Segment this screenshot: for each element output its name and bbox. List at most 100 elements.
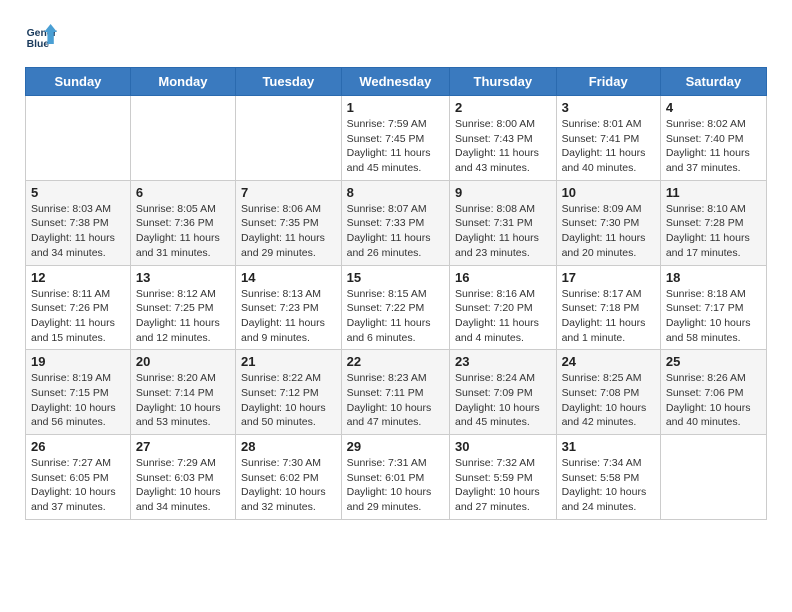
day-info: Sunrise: 8:20 AM Sunset: 7:14 PM Dayligh… [136, 371, 230, 430]
calendar-week-row: 19 Sunrise: 8:19 AM Sunset: 7:15 PM Dayli… [26, 350, 767, 435]
day-info: Sunrise: 8:00 AM Sunset: 7:43 PM Dayligh… [455, 117, 551, 176]
weekday-header: Thursday [450, 68, 557, 96]
day-number: 4 [666, 100, 761, 115]
calendar-cell: 1 Sunrise: 7:59 AM Sunset: 7:45 PM Daylig… [341, 96, 449, 181]
day-number: 1 [347, 100, 444, 115]
weekday-header: Saturday [660, 68, 766, 96]
calendar-cell: 18 Sunrise: 8:18 AM Sunset: 7:17 PM Dayli… [660, 265, 766, 350]
day-number: 29 [347, 439, 444, 454]
calendar-cell: 6 Sunrise: 8:05 AM Sunset: 7:36 PM Daylig… [130, 180, 235, 265]
calendar-cell: 10 Sunrise: 8:09 AM Sunset: 7:30 PM Dayli… [556, 180, 660, 265]
calendar-cell: 25 Sunrise: 8:26 AM Sunset: 7:06 PM Dayli… [660, 350, 766, 435]
day-number: 9 [455, 185, 551, 200]
calendar: SundayMondayTuesdayWednesdayThursdayFrid… [25, 67, 767, 520]
day-number: 30 [455, 439, 551, 454]
day-info: Sunrise: 8:19 AM Sunset: 7:15 PM Dayligh… [31, 371, 125, 430]
day-number: 8 [347, 185, 444, 200]
day-number: 2 [455, 100, 551, 115]
day-number: 20 [136, 354, 230, 369]
calendar-week-row: 5 Sunrise: 8:03 AM Sunset: 7:38 PM Daylig… [26, 180, 767, 265]
day-info: Sunrise: 8:22 AM Sunset: 7:12 PM Dayligh… [241, 371, 336, 430]
day-info: Sunrise: 8:25 AM Sunset: 7:08 PM Dayligh… [562, 371, 655, 430]
day-number: 25 [666, 354, 761, 369]
day-info: Sunrise: 8:15 AM Sunset: 7:22 PM Dayligh… [347, 287, 444, 346]
weekday-header: Tuesday [236, 68, 342, 96]
day-number: 5 [31, 185, 125, 200]
calendar-cell: 26 Sunrise: 7:27 AM Sunset: 6:05 PM Dayli… [26, 435, 131, 520]
page-header: General Blue [25, 20, 767, 52]
day-info: Sunrise: 7:59 AM Sunset: 7:45 PM Dayligh… [347, 117, 444, 176]
calendar-cell: 5 Sunrise: 8:03 AM Sunset: 7:38 PM Daylig… [26, 180, 131, 265]
calendar-cell: 24 Sunrise: 8:25 AM Sunset: 7:08 PM Dayli… [556, 350, 660, 435]
weekday-header: Monday [130, 68, 235, 96]
day-info: Sunrise: 7:32 AM Sunset: 5:59 PM Dayligh… [455, 456, 551, 515]
day-info: Sunrise: 7:27 AM Sunset: 6:05 PM Dayligh… [31, 456, 125, 515]
day-info: Sunrise: 8:16 AM Sunset: 7:20 PM Dayligh… [455, 287, 551, 346]
calendar-week-row: 12 Sunrise: 8:11 AM Sunset: 7:26 PM Dayli… [26, 265, 767, 350]
weekday-header-row: SundayMondayTuesdayWednesdayThursdayFrid… [26, 68, 767, 96]
day-info: Sunrise: 8:13 AM Sunset: 7:23 PM Dayligh… [241, 287, 336, 346]
calendar-cell: 13 Sunrise: 8:12 AM Sunset: 7:25 PM Dayli… [130, 265, 235, 350]
calendar-cell: 7 Sunrise: 8:06 AM Sunset: 7:35 PM Daylig… [236, 180, 342, 265]
day-number: 13 [136, 270, 230, 285]
calendar-cell: 4 Sunrise: 8:02 AM Sunset: 7:40 PM Daylig… [660, 96, 766, 181]
day-info: Sunrise: 7:31 AM Sunset: 6:01 PM Dayligh… [347, 456, 444, 515]
day-info: Sunrise: 8:01 AM Sunset: 7:41 PM Dayligh… [562, 117, 655, 176]
day-info: Sunrise: 7:34 AM Sunset: 5:58 PM Dayligh… [562, 456, 655, 515]
calendar-cell: 20 Sunrise: 8:20 AM Sunset: 7:14 PM Dayli… [130, 350, 235, 435]
day-number: 3 [562, 100, 655, 115]
logo-icon: General Blue [25, 20, 57, 52]
day-info: Sunrise: 8:10 AM Sunset: 7:28 PM Dayligh… [666, 202, 761, 261]
calendar-cell: 12 Sunrise: 8:11 AM Sunset: 7:26 PM Dayli… [26, 265, 131, 350]
day-number: 26 [31, 439, 125, 454]
calendar-cell: 21 Sunrise: 8:22 AM Sunset: 7:12 PM Dayli… [236, 350, 342, 435]
day-info: Sunrise: 8:26 AM Sunset: 7:06 PM Dayligh… [666, 371, 761, 430]
day-info: Sunrise: 8:03 AM Sunset: 7:38 PM Dayligh… [31, 202, 125, 261]
calendar-cell: 19 Sunrise: 8:19 AM Sunset: 7:15 PM Dayli… [26, 350, 131, 435]
svg-text:Blue: Blue [27, 39, 50, 50]
day-number: 10 [562, 185, 655, 200]
day-number: 18 [666, 270, 761, 285]
day-info: Sunrise: 8:05 AM Sunset: 7:36 PM Dayligh… [136, 202, 230, 261]
calendar-cell: 14 Sunrise: 8:13 AM Sunset: 7:23 PM Dayli… [236, 265, 342, 350]
day-info: Sunrise: 8:17 AM Sunset: 7:18 PM Dayligh… [562, 287, 655, 346]
day-number: 14 [241, 270, 336, 285]
day-number: 15 [347, 270, 444, 285]
day-number: 24 [562, 354, 655, 369]
calendar-cell: 9 Sunrise: 8:08 AM Sunset: 7:31 PM Daylig… [450, 180, 557, 265]
calendar-cell: 27Sunrise: 7:29 AM Sunset: 6:03 PM Dayli… [130, 435, 235, 520]
weekday-header: Friday [556, 68, 660, 96]
day-info: Sunrise: 8:06 AM Sunset: 7:35 PM Dayligh… [241, 202, 336, 261]
day-number: 12 [31, 270, 125, 285]
day-info: Sunrise: 8:12 AM Sunset: 7:25 PM Dayligh… [136, 287, 230, 346]
day-info: Sunrise: 8:18 AM Sunset: 7:17 PM Dayligh… [666, 287, 761, 346]
weekday-header: Wednesday [341, 68, 449, 96]
day-number: 21 [241, 354, 336, 369]
calendar-cell: 2 Sunrise: 8:00 AM Sunset: 7:43 PM Daylig… [450, 96, 557, 181]
calendar-cell [660, 435, 766, 520]
calendar-cell: 15 Sunrise: 8:15 AM Sunset: 7:22 PM Dayli… [341, 265, 449, 350]
calendar-cell: 30 Sunrise: 7:32 AM Sunset: 5:59 PM Dayli… [450, 435, 557, 520]
day-number: 23 [455, 354, 551, 369]
day-info: Sunrise: 8:24 AM Sunset: 7:09 PM Dayligh… [455, 371, 551, 430]
day-info: Sunrise: 7:30 AM Sunset: 6:02 PM Dayligh… [241, 456, 336, 515]
weekday-header: Sunday [26, 68, 131, 96]
calendar-cell: 31Sunrise: 7:34 AM Sunset: 5:58 PM Dayli… [556, 435, 660, 520]
calendar-week-row: 1 Sunrise: 7:59 AM Sunset: 7:45 PM Daylig… [26, 96, 767, 181]
calendar-cell: 22Sunrise: 8:23 AM Sunset: 7:11 PM Dayli… [341, 350, 449, 435]
day-number: 16 [455, 270, 551, 285]
day-info: Sunrise: 8:09 AM Sunset: 7:30 PM Dayligh… [562, 202, 655, 261]
calendar-cell: 28Sunrise: 7:30 AM Sunset: 6:02 PM Dayli… [236, 435, 342, 520]
day-number: 19 [31, 354, 125, 369]
calendar-cell [26, 96, 131, 181]
day-info: Sunrise: 8:11 AM Sunset: 7:26 PM Dayligh… [31, 287, 125, 346]
day-info: Sunrise: 8:08 AM Sunset: 7:31 PM Dayligh… [455, 202, 551, 261]
calendar-cell: 23 Sunrise: 8:24 AM Sunset: 7:09 PM Dayli… [450, 350, 557, 435]
calendar-cell [236, 96, 342, 181]
day-number: 6 [136, 185, 230, 200]
calendar-cell: 3 Sunrise: 8:01 AM Sunset: 7:41 PM Daylig… [556, 96, 660, 181]
day-number: 7 [241, 185, 336, 200]
day-info: Sunrise: 8:02 AM Sunset: 7:40 PM Dayligh… [666, 117, 761, 176]
calendar-week-row: 26 Sunrise: 7:27 AM Sunset: 6:05 PM Dayli… [26, 435, 767, 520]
calendar-cell: 17Sunrise: 8:17 AM Sunset: 7:18 PM Dayli… [556, 265, 660, 350]
